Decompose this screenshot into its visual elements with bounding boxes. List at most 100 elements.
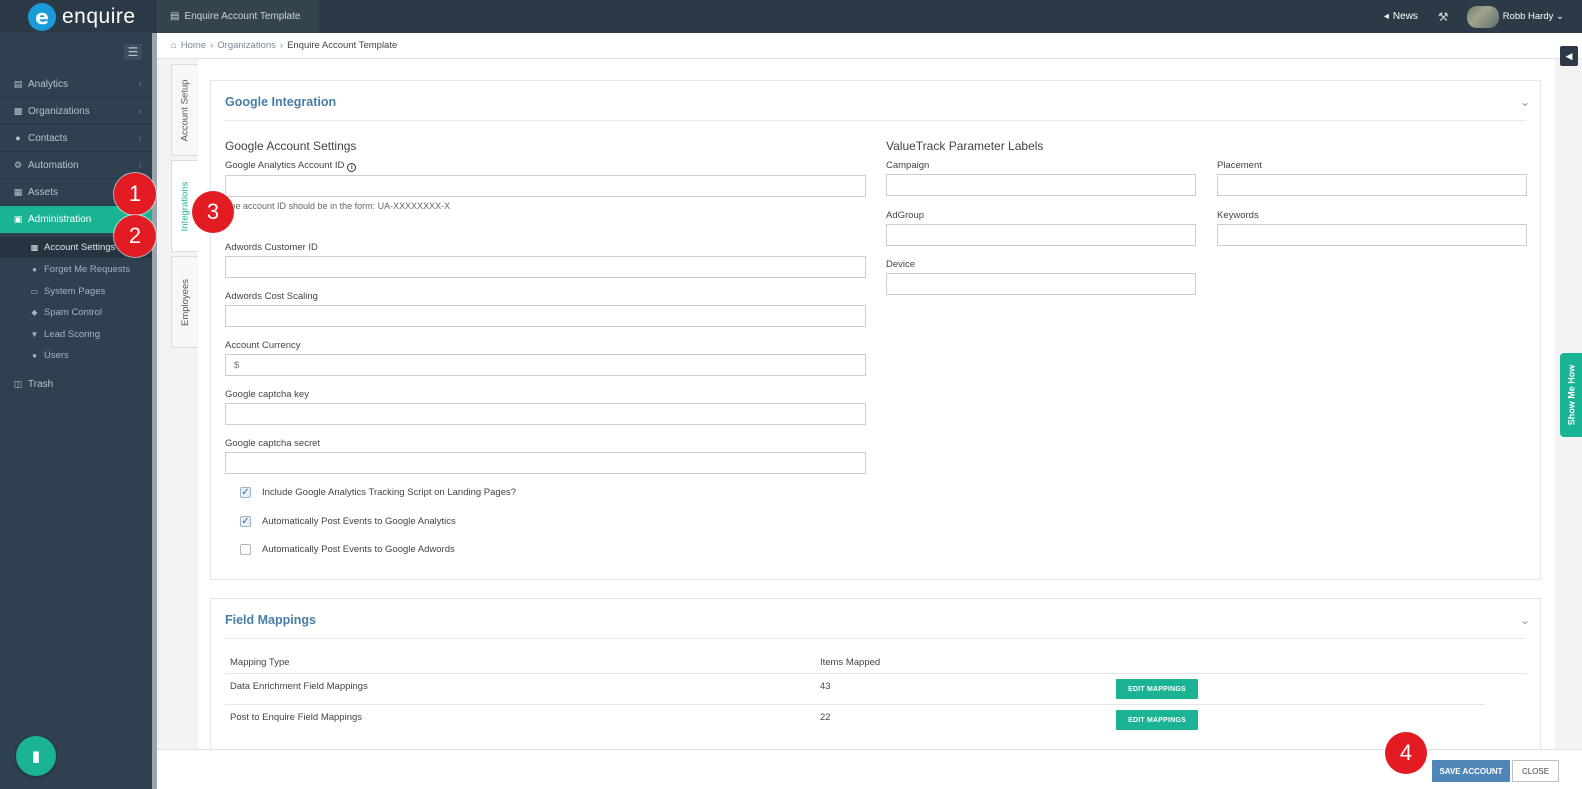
info-icon[interactable]: i (347, 163, 357, 172)
sidebar-item-trash[interactable]: ◫ Trash (0, 371, 152, 398)
footer-bar (157, 749, 1582, 789)
step-marker-3: 3 (192, 191, 234, 233)
table-cell-mapping-type: Post to Enquire Field Mappings (230, 712, 363, 723)
sidebar-subitem-label: Users (44, 350, 69, 361)
save-account-button[interactable]: SAVE ACCOUNT (1432, 760, 1510, 782)
logo[interactable]: e enquire (28, 2, 136, 31)
top-tab-account-template[interactable]: ▤ Enquire Account Template (157, 0, 319, 33)
adwords-customer-field[interactable] (225, 256, 866, 278)
chevron-left-icon: ‹ (138, 78, 142, 90)
captcha-secret-field[interactable] (225, 452, 866, 474)
tab-label: Integrations (179, 181, 191, 231)
checkbox-post-analytics[interactable]: ✓ (240, 516, 251, 527)
sidebar-subitem-label: Account Settings (44, 242, 116, 253)
lock-icon: ▣ (13, 213, 23, 224)
analytics-id-help: The account ID should be in the form: UA… (225, 201, 451, 211)
news-label: News (1392, 11, 1418, 22)
breadcrumb-home[interactable]: Home (181, 40, 206, 51)
users-icon: ● (15, 133, 21, 143)
header-divider (225, 673, 1527, 674)
sidebar-subitem-spam-control[interactable]: ◆ Spam Control (0, 302, 152, 323)
sidebar-item-contacts[interactable]: ● Contacts ‹ (0, 125, 152, 152)
sidebar-subitem-lead-scoring[interactable]: ▼ Lead Scoring (0, 324, 152, 345)
placement-label: Placement (1217, 160, 1262, 171)
sidebar-item-organizations[interactable]: ▩ Organizations ‹ (0, 98, 152, 125)
adwords-scaling-field[interactable] (225, 305, 866, 327)
avatar[interactable] (1466, 5, 1499, 28)
tab-employees[interactable]: Employees (171, 256, 198, 348)
sidebar-item-analytics[interactable]: ▤ Analytics ‹ (0, 71, 152, 98)
captcha-secret-label: Google captcha secret (225, 438, 321, 449)
trash-icon: ◫ (13, 379, 23, 389)
sidebar-subitem-users[interactable]: ● Users (0, 345, 152, 366)
sidebar-item-label: Contacts (28, 132, 68, 144)
google-integration-panel: Google Integration ⌄ (210, 80, 1541, 580)
breadcrumb-organizations[interactable]: Organizations (217, 40, 276, 51)
column-header-mapping-type: Mapping Type (230, 657, 290, 668)
sidebar: ☰ ▤ Analytics ‹ ▩ Organizations ‹ ● Cont… (0, 33, 152, 789)
step-marker-1: 1 (114, 173, 156, 215)
table-cell-items-mapped: 22 (820, 712, 831, 723)
filter-icon: ▼ (30, 330, 39, 339)
tab-account-setup[interactable]: Account Setup (171, 64, 198, 156)
divider (225, 120, 1526, 121)
field-mappings-panel: Field Mappings ⌄ (210, 598, 1541, 758)
close-button[interactable]: CLOSE (1512, 760, 1559, 782)
sidebar-subitem-label: System Pages (44, 286, 106, 297)
sidebar-subitem-forget-me[interactable]: ● Forget Me Requests (0, 259, 152, 280)
step-marker-4: 4 (1385, 732, 1427, 774)
chat-icon[interactable]: ▮ (16, 736, 56, 776)
user-icon: ● (32, 351, 37, 360)
sidebar-scrollbar[interactable] (152, 33, 157, 789)
edit-mappings-button[interactable]: EDIT MAPPINGS (1116, 710, 1198, 730)
wrench-icon[interactable]: ⚒ (1438, 10, 1449, 24)
sidebar-item-label: Administration (28, 213, 92, 225)
sidebar-subitem-label: Lead Scoring (44, 329, 100, 340)
keywords-field[interactable] (1217, 224, 1527, 246)
breadcrumb: ⌂ Home › Organizations › Enquire Account… (157, 33, 1582, 59)
analytics-id-field[interactable] (225, 175, 866, 197)
currency-field[interactable]: $ (225, 354, 866, 376)
show-me-how-label: Show Me How (1566, 364, 1576, 426)
sidebar-item-label: Assets (28, 186, 59, 198)
campaign-field[interactable] (886, 174, 1196, 196)
sidebar-item-label: Trash (28, 379, 54, 390)
sitemap-icon: ▤ (170, 11, 180, 22)
sidebar-item-label: Analytics (28, 78, 69, 90)
checkbox-post-adwords[interactable] (240, 544, 251, 555)
breadcrumb-separator: › (279, 40, 284, 51)
table-cell-items-mapped: 43 (820, 681, 831, 692)
analytics-id-label: Google Analytics Account ID i (225, 160, 357, 172)
placement-field[interactable] (1217, 174, 1527, 196)
step-marker-2: 2 (114, 215, 156, 257)
home-icon: ⌂ (171, 40, 177, 51)
checkbox-label: Include Google Analytics Tracking Script… (262, 487, 517, 498)
adwords-customer-label: Adwords Customer ID (225, 242, 318, 253)
sidebar-item-label: Organizations (28, 105, 90, 117)
device-field[interactable] (886, 273, 1196, 295)
panel-title: Field Mappings (225, 613, 316, 627)
sidebar-subitem-system-pages[interactable]: ▭ System Pages (0, 281, 152, 302)
sidebar-item-label: Automation (28, 159, 79, 171)
edit-mappings-button[interactable]: EDIT MAPPINGS (1116, 679, 1198, 699)
hamburger-menu-icon[interactable]: ☰ (124, 44, 142, 60)
campaign-label: Campaign (886, 160, 930, 171)
window-icon: ▭ (30, 287, 39, 296)
valuetrack-heading: ValueTrack Parameter Labels (886, 139, 1044, 153)
panel-title: Google Integration (225, 95, 337, 109)
sitemap-icon: ▩ (30, 243, 39, 252)
user-x-icon: ● (32, 265, 37, 274)
captcha-key-field[interactable] (225, 403, 866, 425)
collapse-panel-icon[interactable]: ◀ (1560, 46, 1578, 66)
news-link[interactable]: ◂ News (1384, 11, 1418, 22)
logo-icon: e (28, 2, 56, 31)
checkbox-include-tracking[interactable]: ✓ (240, 487, 251, 498)
table-cell-mapping-type: Data Enrichment Field Mappings (230, 681, 368, 692)
chevron-down-icon[interactable]: ⌄ (1520, 613, 1530, 627)
checkbox-label: Automatically Post Events to Google Adwo… (262, 544, 455, 555)
adgroup-label: AdGroup (886, 210, 925, 221)
chevron-down-icon[interactable]: ⌄ (1520, 95, 1530, 109)
user-menu[interactable]: Robb Hardy ⌄ (1503, 11, 1564, 22)
adgroup-field[interactable] (886, 224, 1196, 246)
show-me-how-tab[interactable]: Show Me How (1560, 353, 1582, 437)
